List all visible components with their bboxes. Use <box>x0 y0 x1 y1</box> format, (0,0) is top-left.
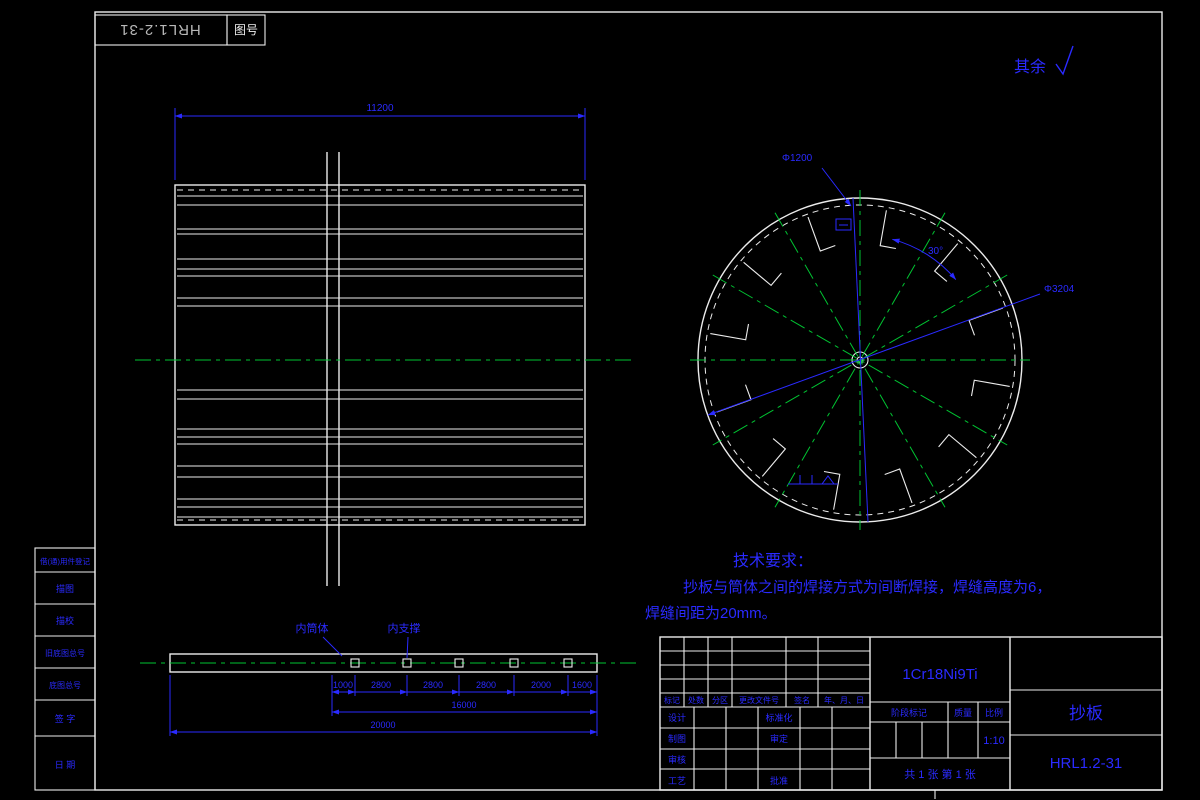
row-check-label: 审核 <box>668 754 686 765</box>
front-view: 11200 <box>135 103 632 586</box>
inner-support-tube-lines <box>326 152 340 586</box>
scale-label: 比例 <box>985 707 1003 718</box>
dim-11200: 11200 <box>366 103 394 114</box>
cad-drawing-sheet: HRL1.2-31 图号 其余 借(通)用件登记 描图 描校 旧底图总号 底图总… <box>0 0 1200 800</box>
strip-trace-label: 描图 <box>56 583 74 594</box>
section-leaders: 内筒体 内支撑 <box>296 621 421 659</box>
name-number-area: 抄板 HRL1.2-31 <box>1010 689 1162 772</box>
dim-angle: 30° <box>928 246 943 257</box>
strip-baseno-label: 底图总号 <box>49 680 81 690</box>
part-name-text: 抄板 <box>1069 704 1103 723</box>
end-view: Φ3204 Φ1200 30° <box>690 153 1075 530</box>
sheet-frame <box>94 11 1163 799</box>
revision-grid: 标记 处数 分区 更改文件号 签名 年、月、日 设计 制图 审核 工艺 标准化 … <box>660 637 870 790</box>
dim-seg-2: 2800 <box>371 680 391 690</box>
dim-dia-main: Φ3204 <box>1044 284 1075 295</box>
surface-roughness-note: 其余 <box>1014 45 1074 76</box>
tech-req-line1: 抄板与筒体之间的焊接方式为间断焊接，焊缝高度为6， <box>683 578 1051 596</box>
dim-16000: 16000 <box>451 700 476 710</box>
strip-oldno-label: 旧底图总号 <box>45 648 85 658</box>
scale-value: 1:10 <box>983 735 1004 747</box>
mirrored-drawing-number: HRL1.2-31 <box>119 21 201 38</box>
dim-seg-1: 1000 <box>333 680 353 690</box>
dim-seg-6: 1600 <box>572 680 592 690</box>
drawing-no-text: HRL1.2-31 <box>1050 755 1123 772</box>
rev-header-doc: 更改文件号 <box>739 695 779 705</box>
rev-header-date: 年、月、日 <box>824 695 864 705</box>
drawing-canvas: HRL1.2-31 图号 其余 借(通)用件登记 描图 描校 旧底图总号 底图总… <box>34 11 1163 799</box>
row-standard-label: 标准化 <box>765 712 792 723</box>
strip-check-label: 描校 <box>56 615 74 626</box>
dim-seg-5: 2000 <box>531 680 551 690</box>
row-approve-label: 批准 <box>770 775 788 786</box>
title-block: 标记 处数 分区 更改文件号 签名 年、月、日 设计 制图 审核 工艺 标准化 … <box>659 636 1163 791</box>
rev-header-count: 处数 <box>688 695 704 705</box>
front-view-plate-lines <box>177 195 583 518</box>
dim-seg-3: 2800 <box>423 680 443 690</box>
left-filing-strip: 借(通)用件登记 描图 描校 旧底图总号 底图总号 签 字 日 期 <box>34 547 96 791</box>
rev-header-mark: 标记 <box>664 695 680 705</box>
technical-requirements: 技术要求： 抄板与筒体之间的焊接方式为间断焊接，焊缝高度为6， 焊缝间距为20m… <box>645 552 1051 622</box>
dim-seg-4: 2800 <box>476 680 496 690</box>
row-draft-label: 制图 <box>668 733 686 744</box>
dim-dia-top: Φ1200 <box>782 153 813 164</box>
row-design-label: 设计 <box>668 712 686 723</box>
tech-req-line2: 焊缝间距为20mm。 <box>645 605 777 622</box>
front-view-width-dim: 11200 <box>174 103 586 180</box>
roughness-icon <box>1055 45 1074 76</box>
strip-date-label: 日 期 <box>55 760 76 770</box>
strip-borrow-label: 借(通)用件登记 <box>40 556 90 566</box>
material-text: 1Cr18Ni9Ti <box>902 666 977 683</box>
row-process-label: 工艺 <box>668 776 686 786</box>
sheet-info: 共 1 张 第 1 张 <box>904 767 976 781</box>
weld-symbol-icon <box>788 475 838 485</box>
section-view: 内筒体 内支撑 1000 2800 2800 2800 2000 1600 16… <box>140 621 640 736</box>
mass-label: 质量 <box>954 707 972 718</box>
drawing-no-label: 图号 <box>234 23 258 37</box>
dim-20000: 20000 <box>370 720 395 730</box>
label-inner-support: 内支撑 <box>388 621 421 635</box>
rev-header-sign: 签名 <box>794 695 810 705</box>
surface-note-text: 其余 <box>1014 57 1046 76</box>
material-stage-area: 1Cr18Ni9Ti 阶段标记 质量 比例 1:10 共 1 张 第 1 张 <box>870 666 1010 781</box>
label-inner-shell: 内筒体 <box>296 621 329 635</box>
row-review-label: 审定 <box>770 733 788 744</box>
stage-label: 阶段标记 <box>891 707 927 718</box>
strip-sign-label: 签 字 <box>55 713 76 724</box>
tech-req-title: 技术要求： <box>733 552 813 570</box>
rev-header-zone: 分区 <box>712 696 728 705</box>
section-dimensions: 1000 2800 2800 2800 2000 1600 16000 2000… <box>169 675 598 736</box>
mirrored-number-block: HRL1.2-31 图号 <box>94 14 266 46</box>
